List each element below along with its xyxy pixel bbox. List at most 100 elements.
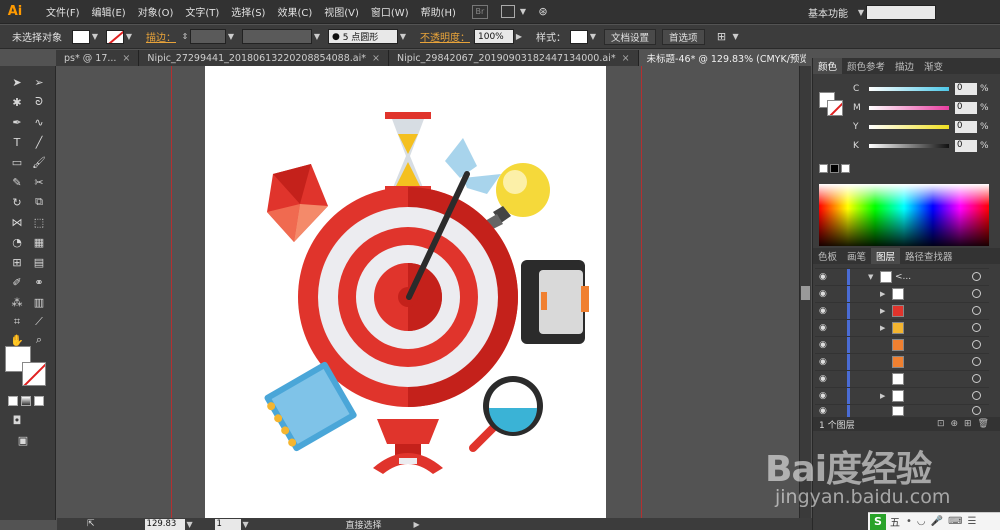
gradient-mode-icon[interactable] (21, 396, 31, 406)
artboard[interactable] (205, 66, 606, 518)
layer-actions-icons[interactable]: ⊡⊕⊞🗑 (937, 419, 995, 429)
zoom-tool-icon[interactable]: ⌕ (30, 332, 48, 348)
selection-tool-icon[interactable]: ➤ (8, 74, 26, 90)
tab-color[interactable]: 颜色 (813, 58, 843, 74)
layer-row[interactable]: ◉ ▶ (815, 285, 989, 302)
sogou-icon[interactable]: S (870, 513, 886, 530)
magic-wand-icon[interactable]: ✱ (8, 94, 26, 110)
chevron-right-icon[interactable]: ▶ (412, 517, 422, 530)
channel-value-input[interactable]: 0 (955, 83, 977, 95)
target-icon[interactable] (972, 374, 981, 383)
chevron-right-icon[interactable]: ▶ (880, 307, 890, 315)
color-spectrum[interactable] (819, 184, 989, 246)
layer-row[interactable]: ◉ (815, 370, 989, 387)
target-icon[interactable] (972, 357, 981, 366)
zoom-input[interactable]: 129.83 (144, 518, 185, 530)
curvature-icon[interactable]: ∿ (30, 114, 48, 130)
chevron-down-icon[interactable]: ▼ (856, 5, 866, 19)
slider-magenta[interactable]: M 0 % (853, 101, 1000, 115)
preferences-button[interactable]: 首选项 (662, 28, 705, 45)
menu-view[interactable]: 视图(V) (318, 4, 365, 19)
paintbrush-icon[interactable]: 🖌 (30, 154, 48, 170)
chevron-right-icon[interactable]: ▶ (880, 290, 890, 298)
chevron-down-icon[interactable]: ▼ (868, 273, 878, 281)
layer-row[interactable]: ◉ ▶ (815, 302, 989, 319)
lasso-icon[interactable]: ᘐ (30, 94, 48, 110)
pencil-icon[interactable]: ✎ (8, 174, 26, 190)
tab-pathfinder[interactable]: 路径查找器 (900, 248, 958, 264)
slider-yellow[interactable]: Y 0 % (853, 120, 1000, 134)
rotate-icon[interactable]: ↻ (8, 194, 26, 210)
color-mode-icon[interactable] (8, 396, 18, 406)
channel-value-input[interactable]: 0 (955, 121, 977, 133)
chevron-right-icon[interactable]: ▶ (880, 392, 890, 400)
tab-color-guide[interactable]: 颜色参考 (842, 58, 890, 74)
gradient-icon[interactable]: ▤ (30, 254, 48, 270)
mesh-icon[interactable]: ⊞ (8, 254, 26, 270)
eye-icon[interactable]: ◉ (819, 357, 831, 367)
chevron-right-icon[interactable]: ▶ (514, 30, 524, 44)
slider-track[interactable] (869, 106, 949, 110)
target-icon[interactable] (972, 306, 981, 315)
tab-layers[interactable]: 图层 (871, 248, 901, 264)
menu-type[interactable]: 文字(T) (179, 4, 225, 19)
layer-row[interactable]: ◉ (815, 336, 989, 353)
width-tool-icon[interactable]: ⋈ (8, 214, 26, 230)
slice-tool-icon[interactable]: ⟋ (30, 314, 48, 330)
layer-name[interactable]: <... (895, 272, 911, 282)
target-icon[interactable] (972, 289, 981, 298)
perspective-grid-icon[interactable]: ▦ (30, 234, 48, 250)
scale-icon[interactable]: ⧉ (30, 194, 48, 210)
slider-track[interactable] (869, 144, 949, 148)
target-icon[interactable] (972, 323, 981, 332)
stroke-stepper-icon[interactable]: ⇕ (180, 30, 190, 44)
chevron-down-icon[interactable]: ▼ (312, 30, 322, 44)
artboard-page-input[interactable]: 1 (214, 518, 241, 530)
tab-document-3[interactable]: Nipic_29842067_20190903182447134000.ai* × (388, 50, 639, 66)
tab-gradient[interactable]: 渐变 (919, 58, 948, 74)
blend-icon[interactable]: ⚭ (30, 274, 48, 290)
target-icon[interactable] (972, 391, 981, 400)
black-swatch[interactable] (830, 164, 839, 173)
arrange-documents-icon[interactable] (500, 5, 515, 18)
ime-tray-icons[interactable]: •◡🎤⌨☰ (906, 516, 981, 527)
vertical-scrollbar[interactable] (799, 66, 811, 518)
fill-swatch[interactable] (72, 29, 90, 44)
chevron-down-icon[interactable]: ▼ (518, 5, 528, 19)
menu-effect[interactable]: 效果(C) (271, 4, 318, 19)
eye-icon[interactable]: ◉ (819, 289, 831, 299)
direct-selection-tool-icon[interactable]: ➢ (30, 74, 48, 90)
eye-icon[interactable]: ◉ (819, 306, 831, 316)
menu-select[interactable]: 选择(S) (225, 4, 271, 19)
help-search-input[interactable] (866, 4, 936, 20)
export-icon[interactable]: ⇱ (87, 519, 95, 529)
symbol-sprayer-icon[interactable]: ⁂ (8, 294, 26, 310)
channel-value-input[interactable]: 0 (955, 140, 977, 152)
chevron-down-icon[interactable]: ▼ (241, 517, 251, 530)
target-icon[interactable] (972, 406, 981, 415)
artboard-tool-icon[interactable]: ⌗ (8, 314, 26, 330)
menu-file[interactable]: 文件(F) (40, 4, 86, 19)
white-swatch[interactable] (841, 164, 850, 173)
eye-icon[interactable]: ◉ (819, 374, 831, 384)
eye-icon[interactable]: ◉ (819, 391, 831, 401)
close-icon[interactable]: × (122, 53, 130, 64)
chevron-down-icon[interactable]: ▼ (731, 30, 741, 44)
scissors-icon[interactable]: ✂ (30, 174, 48, 190)
variable-width-input[interactable] (242, 29, 312, 44)
chevron-down-icon[interactable]: ▼ (398, 30, 408, 44)
channel-value-input[interactable]: 0 (955, 102, 977, 114)
align-icon[interactable]: ⊞ (713, 29, 731, 45)
eyedropper-icon[interactable]: ✐ (8, 274, 26, 290)
shape-builder-icon[interactable]: ◔ (8, 234, 26, 250)
type-tool-icon[interactable]: T (8, 134, 26, 150)
close-icon[interactable]: × (622, 53, 630, 64)
eye-icon[interactable]: ◉ (819, 323, 831, 333)
slider-track[interactable] (869, 87, 949, 91)
chevron-down-icon[interactable]: ▼ (588, 30, 598, 44)
close-icon[interactable]: × (372, 53, 380, 64)
tab-document-1[interactable]: ps* @ 17... × (56, 50, 140, 66)
chevron-down-icon[interactable]: ▼ (226, 30, 236, 44)
layer-row[interactable]: ◉ ▼ <... (815, 268, 989, 285)
tab-brushes[interactable]: 画笔 (842, 248, 871, 264)
